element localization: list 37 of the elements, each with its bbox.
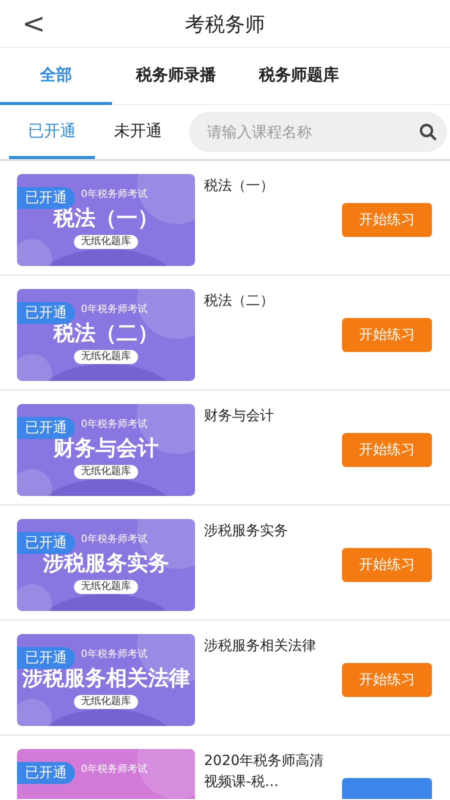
page-title: 考税务师 — [185, 12, 265, 36]
banner-tag: 无纸化题库 — [74, 580, 138, 594]
course-title: 税法（一） — [204, 177, 275, 196]
practice-button[interactable]: 开始练习 — [342, 433, 432, 467]
search-icon[interactable] — [419, 123, 437, 141]
status-badge: 已开通 — [17, 302, 75, 324]
course-title: 2020年税务师高清视频课-税... — [204, 752, 325, 792]
status-badge: 已开通 — [17, 647, 75, 669]
banner-tag: 无纸化题库 — [74, 235, 138, 249]
category-tab[interactable]: 税务师题库 — [240, 48, 358, 105]
search-field[interactable]: 请输入课程名称 — [189, 112, 447, 152]
status-tab[interactable]: 已开通 — [9, 105, 95, 159]
practice-button[interactable]: 开始练习 — [342, 663, 432, 697]
banner-tag: 无纸化题库 — [74, 695, 138, 709]
course-title: 财务与会计 — [204, 407, 275, 426]
banner-subtitle: 0年税务师考试 — [81, 188, 148, 202]
banner-subtitle: 0年税务师考试 — [81, 303, 148, 317]
back-button[interactable]: < — [18, 4, 50, 44]
course-title: 税法（二） — [204, 292, 275, 311]
status-badge: 已开通 — [17, 532, 75, 554]
practice-button[interactable]: 开始练习 — [342, 318, 432, 352]
status-badge: 已开通 — [17, 187, 75, 209]
practice-button[interactable]: 开始练习 — [342, 548, 432, 582]
banner-subtitle: 0年税务师考试 — [81, 533, 148, 547]
course-title: 涉税服务实务 — [204, 522, 289, 541]
status-badge: 已开通 — [17, 417, 75, 439]
category-tab[interactable]: 税务师录播 — [112, 48, 240, 105]
course-title: 涉税服务相关法律 — [204, 637, 317, 656]
status-tab[interactable]: 未开通 — [95, 105, 181, 159]
banner-tag: 无纸化题库 — [74, 350, 138, 364]
banner-subtitle: 0年税务师考试 — [81, 418, 148, 432]
category-tab[interactable]: 全部 — [0, 48, 112, 105]
status-badge: 已开通 — [17, 762, 75, 784]
banner-subtitle: 0年税务师考试 — [81, 648, 148, 662]
banner-subtitle: 0年税务师考试 — [81, 763, 148, 777]
practice-button[interactable]: 开始练习 — [342, 203, 432, 237]
banner-tag: 无纸化题库 — [74, 465, 138, 479]
